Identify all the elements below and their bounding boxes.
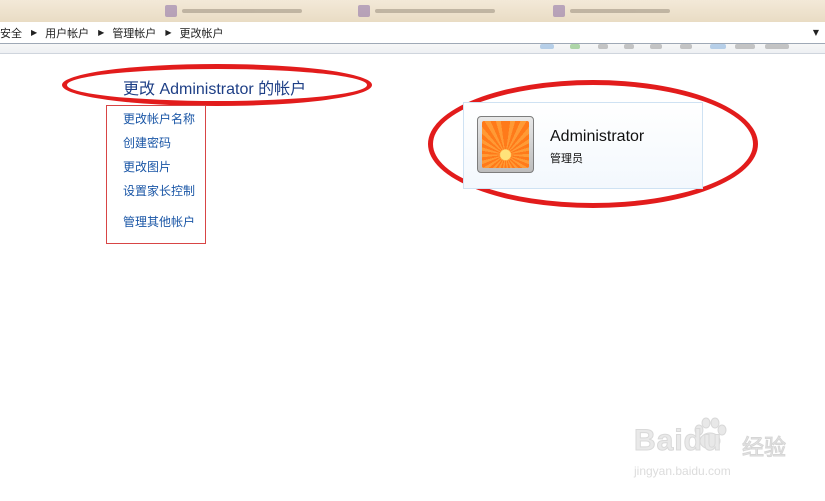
window-icon [358,5,370,17]
chevron-right-icon[interactable]: ▶ [31,28,37,37]
page-title: 更改 Administrator 的帐户 [123,81,307,98]
address-bar[interactable]: 安全 ▶ 用户帐户 ▶ 管理帐户 ▶ 更改帐户 ▼ [0,22,825,44]
toolbar-icon[interactable] [540,44,554,49]
create-password-link[interactable]: 创建密码 [123,134,171,151]
watermark-brand: Baidu [633,424,723,458]
manage-other-accounts-link[interactable]: 管理其他帐户 [123,213,195,230]
toolbar-icon[interactable] [710,44,726,49]
watermark-cn: 经验 [741,436,787,462]
toolbar-icon[interactable] [570,44,580,49]
toolbar-icon[interactable] [624,44,634,49]
breadcrumb-item-change-account[interactable]: 更改帐户 [179,25,223,41]
toolbar [0,44,825,54]
toolbar-icon[interactable] [650,44,662,49]
watermark-url: jingyan.baidu.com [634,464,731,478]
change-account-name-link[interactable]: 更改帐户名称 [123,110,195,127]
breadcrumb-item-user-accounts[interactable]: 用户帐户 [45,25,89,41]
window-icon [165,5,177,17]
change-picture-link[interactable]: 更改图片 [123,158,171,175]
window-icon [553,5,565,17]
chevron-right-icon[interactable]: ▶ [98,28,104,37]
toolbar-icon[interactable] [598,44,608,49]
flower-picture-icon [482,121,529,168]
user-name: Administrator [550,128,645,145]
taskbar-window-button[interactable] [358,4,495,18]
avatar [477,116,534,173]
chevron-down-icon[interactable]: ▼ [813,28,819,37]
parental-controls-link[interactable]: 设置家长控制 [123,182,195,199]
breadcrumb: 安全 ▶ 用户帐户 ▶ 管理帐户 ▶ 更改帐户 [0,25,223,41]
toolbar-icon[interactable] [765,44,789,49]
breadcrumb-item-manage-accounts[interactable]: 管理帐户 [112,25,156,41]
baidu-watermark: Baidu 经验 jingyan.baidu.com [630,417,790,480]
taskbar-window-button[interactable] [165,4,302,18]
breadcrumb-item-security[interactable]: 安全 [0,25,22,41]
toolbar-icon[interactable] [680,44,692,49]
user-role: 管理员 [550,152,583,165]
chevron-right-icon[interactable]: ▶ [165,28,171,37]
taskbar-strip [0,0,825,23]
toolbar-icon[interactable] [735,44,755,49]
taskbar-window-button[interactable] [553,4,670,18]
